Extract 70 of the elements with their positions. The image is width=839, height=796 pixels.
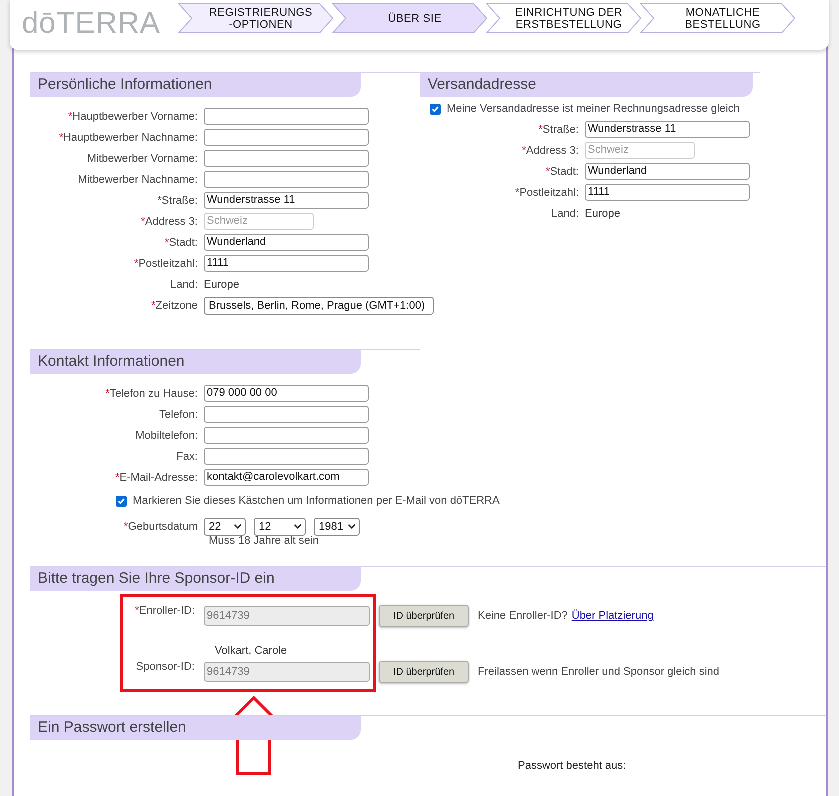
text-field[interactable]	[204, 129, 369, 146]
field-label: *Enroller-ID:	[135, 605, 195, 617]
field-label: *Geburtsdatum	[123, 520, 198, 532]
id-field[interactable]: 9614739	[204, 662, 370, 682]
field-label: *Hauptbewerber Nachname:	[58, 132, 198, 144]
field-label: Land:	[169, 278, 198, 290]
field-label: *Hauptbewerber Vorname:	[67, 110, 198, 122]
field-label: *Address 3:	[140, 216, 198, 228]
field-label: *E-Mail-Adresse:	[114, 472, 198, 484]
step-tab[interactable]: REGISTRIERUNGS -OPTIONEN	[178, 3, 334, 34]
password-hint: Passwort besteht aus:	[518, 760, 628, 772]
note-text: Keine Enroller-ID?	[478, 610, 568, 622]
field-label: *Zeitzone	[150, 300, 198, 312]
text-field[interactable]: Wunderland	[204, 234, 369, 251]
hint-text: Muss 18 Jahre alt sein	[208, 535, 320, 547]
field-label: *Stadt:	[544, 166, 579, 178]
step-tab[interactable]: ÜBER SIE	[332, 3, 488, 34]
field-label: *Straße:	[156, 194, 198, 206]
timezone-select[interactable]: Brussels, Berlin, Rome, Prague (GMT+1:00)	[204, 296, 434, 314]
logo: dōTERRA	[22, 7, 162, 41]
step-tab[interactable]: MONATLICHE BESTELLUNG	[640, 3, 796, 34]
field-label: Mobiltelefon:	[134, 430, 198, 442]
verify-button[interactable]: ID überprüfen	[379, 661, 469, 683]
id-field[interactable]: 9614739	[204, 606, 370, 626]
field-label: Sponsor-ID:	[136, 661, 195, 673]
field-label: *Telefon zu Hause:	[104, 388, 198, 400]
checkbox-label: Meine Versandadresse ist meiner Rechnungsadresse gleich	[447, 103, 740, 115]
field-label: Mitbewerber Vorname:	[86, 152, 198, 164]
text-field[interactable]	[204, 427, 369, 444]
field-label: *Straße:	[538, 124, 579, 136]
text-field[interactable]: Wunderland	[585, 163, 750, 180]
section-heading: Ein Passwort erstellen	[30, 716, 361, 740]
step-tab[interactable]: EINRICHTUNG DER ERSTBESTELLUNG	[486, 3, 642, 34]
section-heading: Kontakt Informationen	[30, 350, 361, 374]
text-field[interactable]	[204, 108, 369, 125]
verify-button[interactable]: ID überprüfen	[379, 605, 469, 627]
section-heading: Versandadresse	[420, 73, 753, 97]
section-heading: Bitte tragen Sie Ihre Sponsor-ID ein	[30, 567, 361, 591]
text-field[interactable]	[204, 171, 369, 188]
field-label: *Postleitzahl:	[514, 186, 579, 198]
field-label: Telefon:	[158, 408, 198, 420]
field-label: Fax:	[176, 450, 198, 462]
text-field[interactable]: 079 000 00 00	[204, 385, 369, 402]
checkbox-label: Markieren Sie dieses Kästchen um Informationen per E-Mail von dōTERRA	[133, 495, 500, 507]
checkbox[interactable]	[430, 104, 441, 114]
section-heading: Persönliche Informationen	[30, 73, 361, 97]
sponsor-name: Volkart, Carole	[215, 645, 288, 658]
text-field[interactable]: 1111	[585, 184, 750, 201]
disabled-field: Schweiz	[204, 213, 314, 230]
text-field[interactable]	[204, 448, 369, 465]
field-label: *Postleitzahl:	[133, 258, 198, 270]
field-value: Europe	[585, 208, 620, 220]
text-field[interactable]: kontakt@carolevolkart.com	[204, 469, 369, 486]
text-field[interactable]: 1111	[204, 255, 369, 272]
text-field[interactable]: Wunderstrasse 11	[585, 121, 750, 138]
note-text: Freilassen wenn Enroller und Sponsor gleich sind	[478, 666, 720, 678]
day-select[interactable]: 22	[204, 518, 246, 536]
placement-link[interactable]: Über Platzierung	[572, 610, 654, 622]
disabled-field: Schweiz	[585, 142, 695, 159]
field-label: *Address 3:	[521, 144, 579, 156]
field-label: *Stadt:	[164, 236, 198, 248]
year-select[interactable]: 1981	[314, 518, 360, 536]
month-select[interactable]: 12	[254, 518, 306, 536]
text-field[interactable]: Wunderstrasse 11	[204, 192, 369, 209]
text-field[interactable]	[204, 406, 369, 423]
checkbox[interactable]	[116, 496, 127, 506]
text-field[interactable]	[204, 150, 369, 167]
field-value: Europe	[204, 278, 240, 290]
field-label: Mitbewerber Nachname:	[77, 174, 198, 186]
field-label: Land:	[550, 208, 579, 220]
